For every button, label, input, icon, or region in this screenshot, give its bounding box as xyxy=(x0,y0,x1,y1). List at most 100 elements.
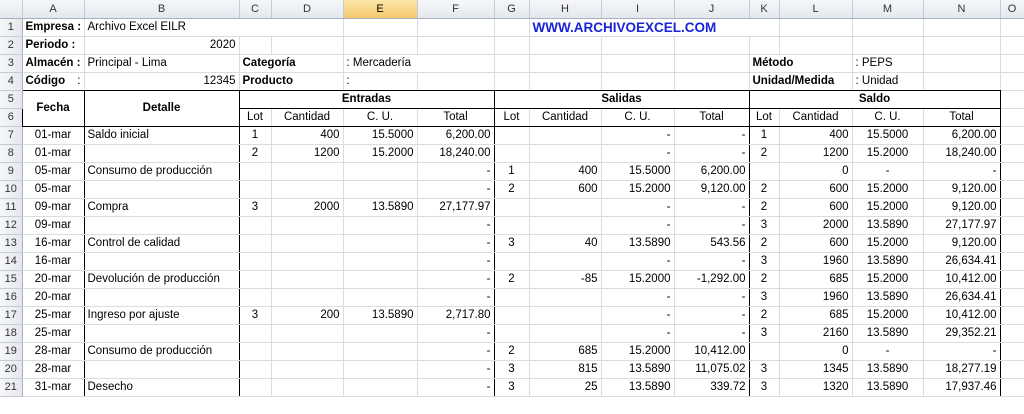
cell-saldo-cu[interactable]: 13.5890 xyxy=(852,216,924,235)
cell-entrada-cu[interactable] xyxy=(343,162,418,181)
cell-salida-total[interactable]: 339.72 xyxy=(674,378,750,397)
cell-saldo-total[interactable]: 17,937.46 xyxy=(923,378,1001,397)
cell-detalle[interactable]: Saldo inicial xyxy=(84,126,240,145)
cell-salida-cantidad[interactable] xyxy=(529,288,602,307)
cell-saldo-cantidad[interactable]: 400 xyxy=(779,126,853,145)
header-detalle[interactable]: Detalle xyxy=(84,90,240,127)
row-header[interactable]: 4 xyxy=(0,72,23,91)
cell-saldo-cantidad[interactable]: 1960 xyxy=(779,252,853,271)
cell-saldo-cu[interactable]: - xyxy=(852,342,924,361)
row-header[interactable]: 2 xyxy=(0,36,23,55)
column-header-l[interactable]: L xyxy=(779,0,853,19)
cell-fecha[interactable]: 05-mar xyxy=(21,162,85,181)
cell-saldo-cantidad[interactable]: 0 xyxy=(779,342,853,361)
cell-saldo-lot[interactable]: 3 xyxy=(749,378,780,397)
cell-salida-lot[interactable]: 2 xyxy=(494,342,530,361)
cell-salida-total[interactable]: -1,292.00 xyxy=(674,270,750,289)
cell-categoria-value[interactable]: : Mercadería xyxy=(343,54,495,73)
cell-entrada-total[interactable]: - xyxy=(417,324,495,343)
cell-salida-cu[interactable]: - xyxy=(601,288,675,307)
cell-fecha[interactable]: 01-mar xyxy=(21,126,85,145)
cell-producto-colon[interactable]: : xyxy=(343,72,418,91)
cell-almacen-label[interactable]: Almacén : xyxy=(22,54,85,73)
cell-salida-total[interactable]: - xyxy=(674,252,750,271)
row-header[interactable]: 10 xyxy=(0,180,23,199)
cell-empty[interactable] xyxy=(1000,162,1024,181)
cell-saldo-total[interactable]: 18,240.00 xyxy=(923,144,1001,163)
column-header-g[interactable]: G xyxy=(494,0,530,19)
cell-salida-cu[interactable]: - xyxy=(601,252,675,271)
cell-saldo-lot[interactable]: 2 xyxy=(749,270,780,289)
cell-entrada-cu[interactable] xyxy=(343,270,418,289)
cell-entrada-lot[interactable] xyxy=(239,378,272,397)
header-entradas-total[interactable]: Total xyxy=(417,108,495,127)
row-header[interactable]: 16 xyxy=(0,288,23,307)
row-header[interactable]: 9 xyxy=(0,162,23,181)
cell-salida-total[interactable]: - xyxy=(674,306,750,325)
cell-entrada-lot[interactable] xyxy=(239,270,272,289)
cell-entrada-cu[interactable]: 15.5000 xyxy=(343,126,418,145)
cell-empty[interactable] xyxy=(1000,198,1024,217)
row-header[interactable]: 8 xyxy=(0,144,23,163)
cell-salida-total[interactable]: - xyxy=(674,216,750,235)
cell-salida-cu[interactable]: - xyxy=(601,306,675,325)
cell-saldo-cu[interactable]: 15.2000 xyxy=(852,234,924,253)
cell-empresa-value[interactable]: Archivo Excel EILR xyxy=(84,18,344,37)
cell-salida-cantidad[interactable] xyxy=(529,216,602,235)
column-header-o[interactable]: O xyxy=(1000,0,1024,19)
cell-salida-cu[interactable]: 15.5000 xyxy=(601,162,675,181)
cell-metodo-value[interactable]: : PEPS xyxy=(852,54,924,73)
cell-entrada-cantidad[interactable] xyxy=(271,162,344,181)
cell-fecha[interactable]: 16-mar xyxy=(21,234,85,253)
cell-saldo-total[interactable]: 29,352.21 xyxy=(923,324,1001,343)
cell-saldo-cantidad[interactable]: 2000 xyxy=(779,216,853,235)
header-saldo-lot[interactable]: Lot xyxy=(749,108,780,127)
cell-entrada-lot[interactable] xyxy=(239,234,272,253)
cell-saldo-total[interactable]: 10,412.00 xyxy=(923,270,1001,289)
cell-entrada-cu[interactable] xyxy=(343,378,418,397)
cell-saldo-cu[interactable]: 13.5890 xyxy=(852,324,924,343)
cell-salida-lot[interactable]: 2 xyxy=(494,180,530,199)
cell-entrada-total[interactable]: - xyxy=(417,234,495,253)
cell-salida-cu[interactable]: 13.5890 xyxy=(601,360,675,379)
header-fecha[interactable]: Fecha xyxy=(21,90,85,127)
cell-detalle[interactable] xyxy=(84,252,240,271)
cell-entrada-lot[interactable]: 3 xyxy=(239,198,272,217)
cell-unidad-label[interactable]: Unidad/Medida xyxy=(749,72,853,91)
cell-entrada-cu[interactable] xyxy=(343,342,418,361)
cell-saldo-cantidad[interactable]: 600 xyxy=(779,198,853,217)
cell-website-url[interactable]: WWW.ARCHIVOEXCEL.COM xyxy=(529,18,780,37)
cell-salida-lot[interactable] xyxy=(494,288,530,307)
cell-saldo-total[interactable]: 9,120.00 xyxy=(923,234,1001,253)
column-header-b[interactable]: B xyxy=(84,0,240,19)
cell-saldo-total[interactable]: - xyxy=(923,342,1001,361)
cell-grid[interactable]: A B C D E F G H I J K L M N O 1 Empresa … xyxy=(0,0,1024,397)
cell-salida-lot[interactable] xyxy=(494,144,530,163)
header-salidas[interactable]: Salidas xyxy=(494,90,750,109)
cell-salida-cu[interactable]: 13.5890 xyxy=(601,378,675,397)
cell-saldo-lot[interactable]: 3 xyxy=(749,324,780,343)
cell-entrada-total[interactable]: 18,240.00 xyxy=(417,144,495,163)
cell-detalle[interactable]: Devolución de producción xyxy=(84,270,240,289)
header-entradas[interactable]: Entradas xyxy=(239,90,495,109)
cell-salida-lot[interactable]: 2 xyxy=(494,270,530,289)
cell-empty[interactable] xyxy=(1000,342,1024,361)
cell-saldo-lot[interactable]: 1 xyxy=(749,126,780,145)
cell-fecha[interactable]: 28-mar xyxy=(21,360,85,379)
header-saldo[interactable]: Saldo xyxy=(749,90,1001,109)
cell-entrada-lot[interactable] xyxy=(239,342,272,361)
row-header[interactable]: 7 xyxy=(0,126,23,145)
column-header-j[interactable]: J xyxy=(674,0,750,19)
row-header[interactable]: 11 xyxy=(0,198,23,217)
header-saldo-cu[interactable]: C. U. xyxy=(852,108,924,127)
row-header[interactable]: 19 xyxy=(0,342,23,361)
cell-saldo-cu[interactable]: 13.5890 xyxy=(852,252,924,271)
cell-entrada-cu[interactable] xyxy=(343,324,418,343)
cell-saldo-cu[interactable]: 15.2000 xyxy=(852,306,924,325)
cell-fecha[interactable]: 05-mar xyxy=(21,180,85,199)
spreadsheet[interactable]: A B C D E F G H I J K L M N O 1 Empresa … xyxy=(0,0,1024,414)
cell-entrada-total[interactable]: - xyxy=(417,288,495,307)
cell-empty[interactable] xyxy=(1000,306,1024,325)
cell-fecha[interactable]: 25-mar xyxy=(21,324,85,343)
column-header-k[interactable]: K xyxy=(749,0,780,19)
